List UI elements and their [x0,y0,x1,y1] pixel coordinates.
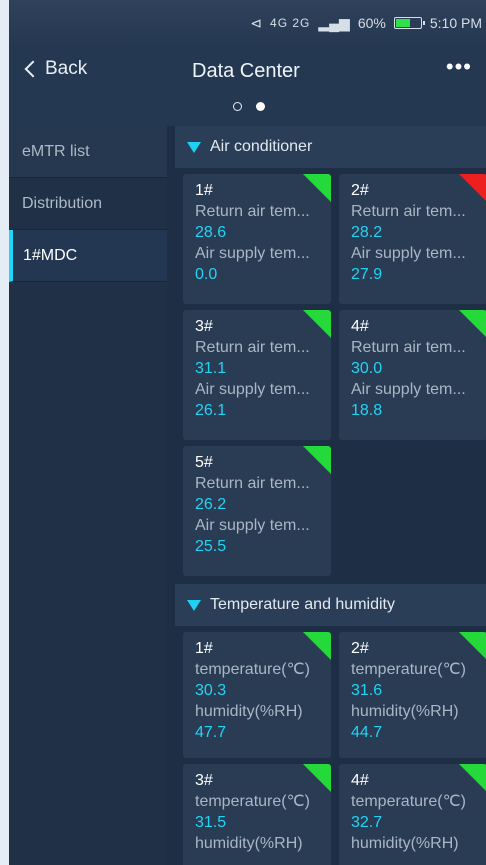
status-indicator [459,310,486,338]
metric-label: Return air tem... [195,475,310,492]
section-header-temperature-humidity[interactable]: Temperature and humidity [175,584,486,626]
metric-label: Return air tem... [195,339,310,356]
metric-value: 32.7 [351,814,383,831]
metric-value: 27.9 [351,266,383,283]
ac-card-grid: 1# Return air tem... 28.6 Air supply tem...… [175,174,486,576]
metric-value: 28.2 [351,224,383,241]
metric-label: Air supply tem... [351,245,466,262]
metric-label: Air supply tem... [195,381,310,398]
battery-percent: 60% [357,15,386,31]
device-card[interactable]: 1# temperature(℃) 30.3 humidity(%RH) 47.7 [183,632,331,758]
metric-label: humidity(%RH) [351,835,459,852]
page-indicator[interactable] [233,102,265,111]
sidebar: eMTR list Distribution 1#MDC [9,126,167,865]
mute-icon: ⊲ [250,14,263,31]
status-bar: ⊲ 4G 2G ▂▄▆ 60% 5:10 PM [9,0,486,46]
metric-label: Return air tem... [351,203,466,220]
battery-icon [393,17,425,29]
th-card-grid: 1# temperature(℃) 30.3 humidity(%RH) 47.7 2# t… [175,632,486,865]
caret-down-icon [187,599,201,611]
clock: 5:10 PM [429,15,482,31]
section-header-air-conditioner[interactable]: Air conditioner [175,126,486,168]
metric-label: temperature(℃) [195,793,310,810]
metric-label: humidity(%RH) [195,835,303,852]
metric-value: 31.6 [351,682,383,699]
metric-value: 18.8 [351,402,383,419]
status-indicator [303,174,331,202]
network-indicator: 4G 2G [270,16,311,30]
metric-value: 30.0 [351,360,383,377]
sidebar-item-1mdc[interactable]: 1#MDC [9,230,167,282]
metric-label: humidity(%RH) [195,703,303,720]
sidebar-item-distribution[interactable]: Distribution [9,178,167,230]
device-card[interactable]: 5# Return air tem... 26.2 Air supply tem...… [183,446,331,576]
metric-label: Return air tem... [195,203,310,220]
sidebar-item-label: 1#MDC [23,246,78,264]
metric-label: Return air tem... [351,339,466,356]
page-dot-1[interactable] [233,102,242,111]
sidebar-item-emtr-list[interactable]: eMTR list [9,126,167,178]
app-screen: ⊲ 4G 2G ▂▄▆ 60% 5:10 PM Back Data Center… [9,0,486,865]
metric-label: Air supply tem... [351,381,466,398]
metric-value: 26.2 [195,496,227,513]
main-content: Air conditioner 1# Return air tem... 28.6 A… [175,126,486,865]
section-title: Air conditioner [210,138,313,155]
status-indicator [303,310,331,338]
status-indicator [459,632,486,660]
metric-label: temperature(℃) [195,661,310,678]
device-card[interactable]: 1# Return air tem... 28.6 Air supply tem...… [183,174,331,304]
metric-value: 44.7 [351,724,383,741]
device-card[interactable]: 4# Return air tem... 30.0 Air supply tem...… [339,310,486,440]
status-indicator [303,446,331,474]
device-card[interactable]: 3# temperature(℃) 31.5 humidity(%RH) [183,764,331,865]
metric-label: Air supply tem... [195,517,310,534]
caret-down-icon [187,141,201,153]
device-card[interactable]: 3# Return air tem... 31.1 Air supply tem...… [183,310,331,440]
metric-value: 47.7 [195,724,227,741]
metric-label: Air supply tem... [195,245,310,262]
device-card[interactable]: 2# Return air tem... 28.2 Air supply tem...… [339,174,486,304]
signal-icon: ▂▄▆ [318,14,350,31]
sidebar-item-label: Distribution [22,194,103,212]
status-indicator [459,174,486,202]
metric-label: temperature(℃) [351,793,466,810]
metric-value: 0.0 [195,266,218,283]
status-indicator [459,764,486,792]
metric-value: 31.1 [195,360,227,377]
page-title: Data Center [192,60,300,82]
page-dot-2-active[interactable] [256,102,265,111]
device-card[interactable]: 2# temperature(℃) 31.6 humidity(%RH) 44.7 [339,632,486,758]
metric-value: 31.5 [195,814,227,831]
sidebar-item-label: eMTR list [22,142,90,160]
metric-value: 30.3 [195,682,227,699]
metric-value: 25.5 [195,538,227,555]
status-indicator [303,632,331,660]
nav-bar: Back Data Center ••• [9,46,486,126]
device-card[interactable]: 4# temperature(℃) 32.7 humidity(%RH) [339,764,486,865]
chevron-left-icon [24,60,42,78]
metric-value: 26.1 [195,402,227,419]
metric-value: 28.6 [195,224,227,241]
status-indicator [303,764,331,792]
section-title: Temperature and humidity [210,596,395,613]
back-button[interactable]: Back [21,58,87,80]
metric-label: humidity(%RH) [351,703,459,720]
metric-label: temperature(℃) [351,661,466,678]
back-label: Back [45,58,88,79]
more-menu-button[interactable]: ••• [446,56,472,78]
